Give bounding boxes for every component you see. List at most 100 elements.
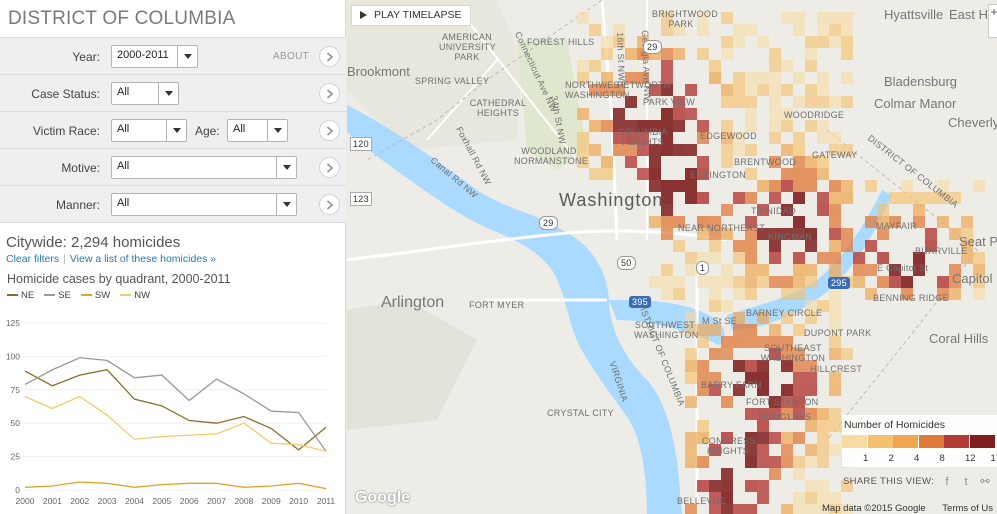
heat-cell bbox=[721, 96, 733, 108]
heat-cell bbox=[577, 108, 589, 120]
heat-cell bbox=[697, 276, 709, 288]
homicide-map[interactable]: PLAY TIMELAPSE + Washington Arlington Hy… bbox=[347, 0, 997, 514]
heat-cell bbox=[889, 276, 901, 288]
heat-cell bbox=[673, 180, 685, 192]
terms-link[interactable]: Terms of Us bbox=[942, 503, 993, 514]
heat-cell bbox=[853, 276, 865, 288]
heat-cell bbox=[925, 228, 937, 240]
chevron-right-icon bbox=[326, 200, 334, 210]
motive-next-button[interactable] bbox=[319, 157, 340, 178]
chevron-down-icon bbox=[267, 120, 287, 141]
legend-label: NE bbox=[21, 290, 35, 301]
motive-select[interactable]: All bbox=[111, 156, 297, 179]
heat-cell bbox=[709, 252, 721, 264]
facebook-icon[interactable]: f bbox=[941, 476, 953, 488]
map-label-bladensburg: Bladensburg bbox=[884, 74, 957, 89]
heat-cell bbox=[817, 84, 829, 96]
heat-cell bbox=[769, 180, 781, 192]
play-timelapse-button[interactable]: PLAY TIMELAPSE bbox=[351, 5, 471, 26]
arlington-cemetery bbox=[347, 300, 477, 430]
heat-cell bbox=[841, 36, 853, 48]
x-tick-label: 2011 bbox=[317, 496, 336, 506]
heat-cell bbox=[829, 96, 841, 108]
heat-cell bbox=[841, 192, 853, 204]
heat-cell bbox=[841, 348, 853, 360]
heat-cell bbox=[757, 84, 769, 96]
heat-cell bbox=[685, 252, 697, 264]
link-separator: | bbox=[63, 253, 66, 265]
heat-cell bbox=[817, 96, 829, 108]
heat-cell bbox=[709, 60, 721, 72]
heat-cell bbox=[805, 96, 817, 108]
y-tick-label: 0 bbox=[15, 485, 20, 495]
heat-cell bbox=[745, 408, 757, 420]
link-icon[interactable]: ⚯ bbox=[979, 476, 991, 488]
case-status-select[interactable]: All bbox=[111, 82, 179, 105]
twitter-icon[interactable]: t bbox=[960, 476, 972, 488]
heat-cell bbox=[817, 204, 829, 216]
route-50-shield: 50 bbox=[617, 256, 636, 270]
heat-cell bbox=[649, 276, 661, 288]
heat-cell bbox=[733, 336, 745, 348]
legend-swatch bbox=[842, 435, 867, 448]
map-label-crystal-city: CRYSTAL CITY bbox=[547, 408, 614, 418]
legend-label: SE bbox=[58, 290, 71, 301]
heat-cell bbox=[733, 84, 745, 96]
legend-swatch bbox=[918, 435, 944, 448]
map-label-forest-hills: FOREST HILLS bbox=[527, 37, 595, 47]
about-link[interactable]: ABOUT bbox=[273, 51, 309, 62]
view-list-link[interactable]: View a list of these homicides » bbox=[70, 253, 216, 265]
heat-cell bbox=[805, 180, 817, 192]
manner-filter-row: Manner: All bbox=[0, 185, 346, 223]
heat-cell bbox=[733, 72, 745, 84]
y-tick-label: 100 bbox=[6, 351, 20, 361]
x-tick-label: 2003 bbox=[98, 496, 117, 506]
heat-cell bbox=[769, 60, 781, 72]
year-select[interactable]: 2000-2011 bbox=[111, 45, 198, 68]
case-status-next-button[interactable] bbox=[319, 83, 340, 104]
heat-cell bbox=[769, 432, 781, 444]
heat-cell bbox=[721, 348, 733, 360]
victim-race-next-button[interactable] bbox=[319, 120, 340, 141]
map-label-brentwood: BRENTWOOD bbox=[734, 157, 797, 167]
manner-value: All bbox=[117, 197, 130, 209]
victim-race-select[interactable]: All bbox=[111, 119, 187, 142]
zoom-control[interactable]: + bbox=[988, 4, 997, 38]
heat-cell bbox=[793, 252, 805, 264]
heat-cell bbox=[865, 180, 877, 192]
heat-cell bbox=[661, 60, 673, 72]
heat-cell bbox=[901, 180, 913, 192]
age-select[interactable]: All bbox=[227, 119, 288, 142]
year-next-button[interactable] bbox=[319, 46, 340, 67]
year-value: 2000-2011 bbox=[117, 49, 169, 61]
map-label-mayfair: MAYFAIR bbox=[876, 221, 917, 231]
heat-cell bbox=[685, 144, 697, 156]
heat-cell bbox=[793, 132, 805, 144]
legend-value: 12 bbox=[965, 453, 976, 464]
heat-cell bbox=[769, 48, 781, 60]
y-tick-label: 125 bbox=[6, 318, 20, 328]
heat-cell bbox=[805, 492, 817, 504]
legend-swatch bbox=[969, 435, 995, 448]
heat-cell bbox=[745, 168, 757, 180]
map-label-burrville: BURRVILLE bbox=[915, 246, 968, 256]
heat-cell bbox=[793, 24, 805, 36]
heat-cell bbox=[805, 504, 817, 514]
heat-cell bbox=[841, 96, 853, 108]
heat-cell bbox=[745, 84, 757, 96]
heat-cell bbox=[793, 264, 805, 276]
heat-cell bbox=[709, 276, 721, 288]
zoom-in-button[interactable]: + bbox=[990, 5, 997, 19]
heat-cell bbox=[817, 252, 829, 264]
heat-cell bbox=[793, 216, 805, 228]
heat-cell bbox=[661, 288, 673, 300]
manner-select[interactable]: All bbox=[111, 193, 297, 216]
legend-label: NW bbox=[134, 290, 151, 301]
manner-next-button[interactable] bbox=[319, 194, 340, 215]
legend-item-nw: NW bbox=[120, 290, 150, 301]
case-status-label: Case Status: bbox=[31, 87, 100, 101]
heat-cell bbox=[757, 492, 769, 504]
heat-cell bbox=[589, 24, 601, 36]
heat-cell bbox=[757, 264, 769, 276]
clear-filters-link[interactable]: Clear filters bbox=[6, 253, 59, 265]
